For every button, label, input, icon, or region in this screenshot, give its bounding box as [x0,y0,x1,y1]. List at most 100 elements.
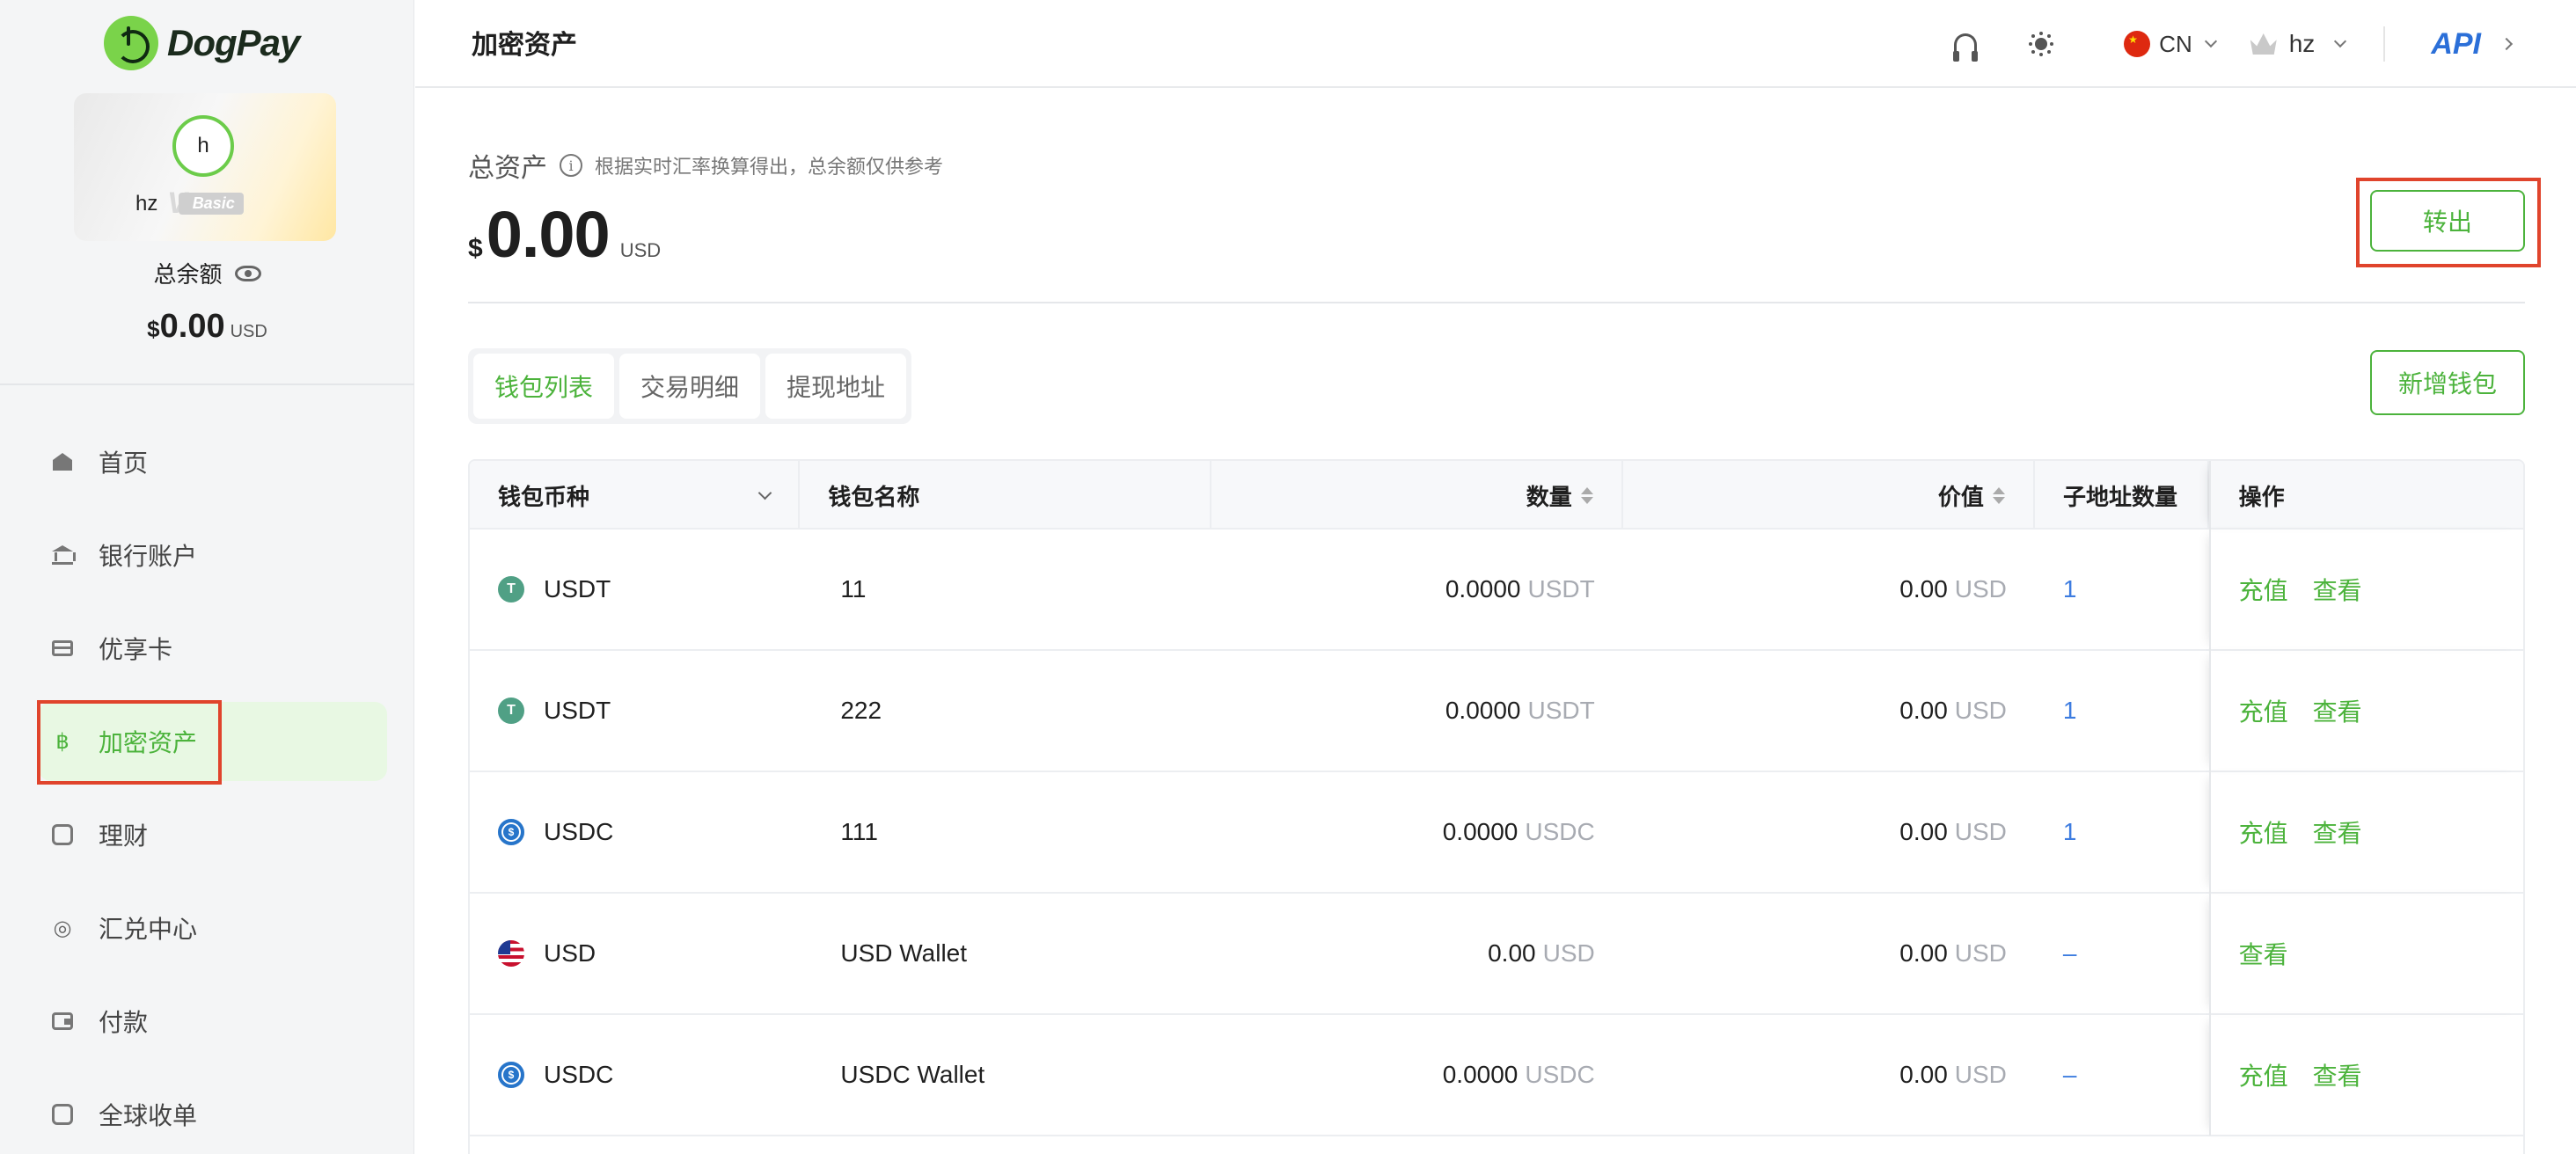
view-link[interactable]: 查看 [2313,1057,2362,1092]
balance-label: 总余额 [153,261,223,288]
sidebar-item-label: 银行账户 [99,543,198,570]
value-unit: USD [1954,818,2007,845]
balance-label-row: 总余额 [0,257,414,289]
tier-badge: V Basic [167,186,244,220]
china-flag-icon [2124,31,2151,57]
highlight-box-crypto-nav [37,700,222,785]
cell-quantity: 0.0000 USDC [1211,1014,1623,1136]
column-header-label: 价值 [1937,483,1984,510]
column-header-quantity[interactable]: 数量 [1211,461,1623,530]
exchange-icon: ◎ [53,916,72,940]
sub-address-count-link: – [2062,1061,2077,1088]
table-row: $ USDC 111 0.0000 USDC 0.00 USD 1 充值 查看 [470,771,2523,894]
sub-address-count-link[interactable]: 1 [2063,575,2077,603]
sort-icon [1992,486,2005,504]
tab-withdraw-addresses[interactable]: 提现地址 [765,354,907,419]
highlight-box-withdraw [2356,178,2541,267]
sub-address-count-link[interactable]: 1 [2063,818,2077,846]
balance-value: 0.00 [159,308,225,345]
column-header-actions: 操作 [2208,461,2523,530]
sidebar-item-finance[interactable]: 理财 [39,795,387,874]
card-icon [51,637,74,660]
cell-currency: $ USDC [470,1014,800,1136]
sidebar-item-exchange[interactable]: ◎ 汇兑中心 [39,888,387,968]
sidebar-item-label: 理财 [99,822,149,850]
sidebar-nav: 首页 银行账户 优享卡 ฿ 加密资产 理财 ◎ 汇兑中心 付款 全球收单 [39,422,387,1154]
column-header-currency[interactable]: 钱包币种 [470,461,801,530]
eye-icon[interactable] [234,265,261,281]
cell-quantity: 0.0000 USDC [1211,771,1623,893]
cell-sub-address-count: 1 [2035,529,2209,650]
cell-value: 0.00 USD [1623,1014,2035,1136]
wallet-tabs: 钱包列表 交易明细 提现地址 [468,348,912,424]
cell-sub-address-count: 1 [2035,771,2209,893]
sidebar-item-global-acquiring[interactable]: 全球收单 [39,1075,387,1154]
profile-card[interactable]: h hz V Basic [74,93,336,241]
sidebar-item-home[interactable]: 首页 [39,422,387,501]
table-row: USD USD Wallet 0.00 USD 0.00 USD – 查看 [470,893,2523,1015]
top-header: 加密资产 CN hz API [415,0,2576,88]
sidebar-item-payment[interactable]: 付款 [39,982,387,1061]
column-header-label: 数量 [1526,483,1572,510]
wallet-name: USD Wallet [840,939,968,967]
column-header-value[interactable]: 价值 [1623,461,2035,530]
brand-name: DogPay [167,22,300,63]
info-icon[interactable]: i [560,154,582,177]
headset-icon[interactable] [1951,30,1980,62]
bank-icon [51,544,76,566]
chevron-down-icon [758,486,772,500]
total-assets-unit: USD [619,239,662,261]
chevron-down-icon [2334,34,2347,48]
view-link[interactable]: 查看 [2239,936,2288,971]
sidebar-balance: $0.00 USD [0,308,414,346]
dogpay-logo-icon [104,16,158,70]
avatar[interactable]: h [172,115,234,177]
tab-transactions[interactable]: 交易明细 [619,354,761,419]
wallet-icon [51,1010,74,1033]
usdc-icon: $ [498,819,524,845]
table-row: T USDT 11 0.0000 USDT 0.00 USD 1 充值 查看 [470,529,2523,651]
value-unit: USD [1954,575,2007,603]
language-selector[interactable]: CN [2124,31,2217,58]
cell-wallet-name: 111 [800,771,1211,893]
value-unit: USD [1954,939,2007,967]
total-assets-hint: 根据实时汇率换算得出，总余额仅供参考 [595,156,944,178]
view-link[interactable]: 查看 [2313,814,2362,850]
value-amount: 0.00 [1899,939,1948,967]
crown-icon [2250,33,2277,55]
recharge-link[interactable]: 充值 [2239,814,2288,850]
sidebar-item-card[interactable]: 优享卡 [39,609,387,688]
wallet-name: 222 [840,697,882,724]
recharge-link[interactable]: 充值 [2239,693,2288,728]
user-menu[interactable]: hz [2250,30,2347,58]
quantity-unit: USD [1542,939,1595,967]
api-link[interactable]: API [2431,27,2514,62]
recharge-link[interactable]: 充值 [2239,1057,2288,1092]
sidebar-item-bank-account[interactable]: 银行账户 [39,515,387,595]
recharge-link[interactable]: 充值 [2239,572,2288,607]
total-assets-amount: $ 0.00 USD [468,197,661,272]
sidebar-item-label: 汇兑中心 [99,916,198,943]
theme-toggle-icon[interactable] [2027,30,2055,58]
cell-wallet-name: 222 [800,650,1211,771]
sub-address-count-link[interactable]: 1 [2063,697,2077,725]
view-link[interactable]: 查看 [2313,693,2362,728]
add-wallet-button[interactable]: 新增钱包 [2370,350,2525,415]
coin-name: USDC [544,1061,614,1088]
cell-quantity: 0.00 USD [1211,893,1623,1014]
cell-sub-address-count: – [2035,1014,2209,1136]
coin-name: USDC [544,818,614,845]
page-title: 加密资产 [472,31,577,60]
cell-quantity: 0.0000 USDT [1211,650,1623,771]
value-amount: 0.00 [1899,575,1948,603]
quantity-unit: USDC [1525,818,1595,845]
tab-wallet-list[interactable]: 钱包列表 [473,354,615,419]
view-link[interactable]: 查看 [2313,572,2362,607]
quantity-unit: USDT [1527,697,1595,724]
cell-sub-address-count: 1 [2035,650,2209,771]
coin-name: USDT [544,697,611,724]
sort-icon [1580,486,1593,504]
header-actions: CN hz API [1951,0,2576,88]
logo[interactable]: DogPay [104,12,300,74]
cell-value: 0.00 USD [1623,650,2035,771]
